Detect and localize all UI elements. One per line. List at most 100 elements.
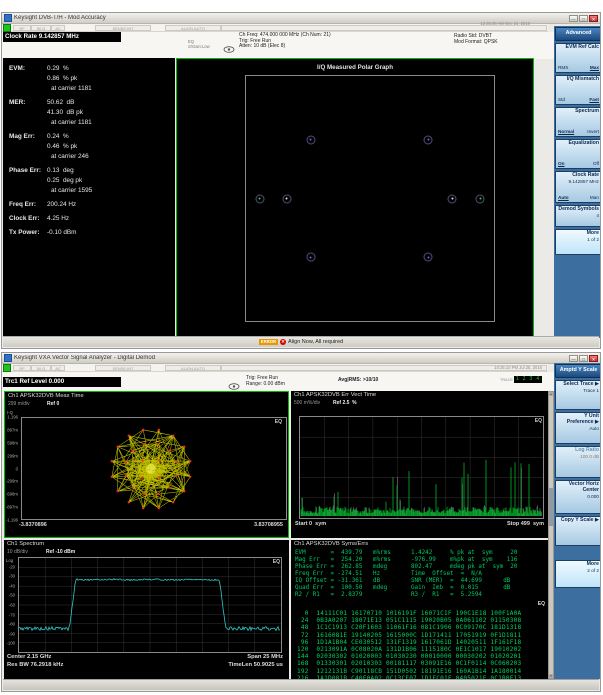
softkey-evm-ref-calc[interactable]: EVM Ref CalcRMSMax [555, 43, 601, 73]
status-annotation-row: RF50 ΩACSENSE:INTALIGN AUTO [2, 24, 548, 32]
panel-title: Ch1 Spectrum [7, 541, 44, 547]
summary-right: Gain Imb = 0.015 dB [411, 585, 510, 591]
panel-title: Ch1 APSK32DVB Syms/Errs [294, 541, 368, 547]
softkey-i-q-mismatch[interactable]: I/Q MismatchStdFast [555, 75, 601, 105]
scrollbar-thumb[interactable] [549, 488, 553, 526]
eq-tag: EQ [538, 601, 545, 607]
titlebar[interactable]: Keysight VXA Vector Signal Analyzer - Di… [2, 353, 600, 364]
status-tag: 50 Ω [31, 25, 51, 31]
x-stop-label: Stop 499 sym [507, 521, 544, 527]
constellation-point [424, 135, 433, 144]
clock-timestamp: 12:25:36 AM Dec 24, 2018 [480, 21, 530, 26]
active-function-display: Trc1 Ref Level 0.000 [3, 377, 121, 387]
eye-icon [223, 40, 235, 58]
summary-right: SNR (MER) = 44.699 dB [411, 578, 510, 584]
metric-value: 0.29 % [47, 64, 69, 74]
hex-row: 120 0213091A 0C08020A 131D1B06 1115180C … [297, 646, 521, 653]
softkey-option-right: Man [590, 195, 599, 201]
softkey-log-ratio[interactable]: Log Ratio100.0 dB [555, 446, 601, 478]
softkey-value: 100.0 dB [558, 454, 599, 459]
softkey-option-right: Invert [587, 129, 599, 135]
softkey-demod-symbols[interactable]: Demod Symbols4 [555, 205, 601, 227]
error-vector-plot [299, 416, 544, 519]
active-function-display: Clock Rate 9.142857 MHz [3, 32, 121, 42]
softkey-clock-rate[interactable]: Clock Rate9.142857 MHzAutoMan [555, 171, 601, 203]
input-eq-indicator: EQ S/Gain:Low [188, 40, 210, 49]
bw-info-row: Res BW 76.2918 kHz TimeLen 50.9025 us [7, 662, 283, 668]
panel-spectrum[interactable]: Ch1 Spectrum 10 dB/div Ref -10 dBm Log -… [4, 540, 289, 679]
eq-tag: EQ [275, 419, 282, 425]
softkey-more[interactable]: More2 of 2 [555, 560, 601, 588]
metric-label: MER: [9, 98, 25, 108]
softkey-menu-header: Amptd Y Scale [555, 364, 601, 378]
softkey-menu-header: Advanced [555, 27, 601, 41]
hex-row: 0 14111C01 16170710 1016191F 16071C1F 19… [297, 610, 521, 617]
panel-syms-errs[interactable]: Ch1 APSK32DVB Syms/Errs EQ EVM = 439.79 … [291, 540, 548, 679]
status-annotation-row: RF50 ΩACSENSE:INTALIGN AUTO [2, 364, 548, 372]
scroll-down-icon[interactable]: ▼ [549, 674, 553, 678]
trace-indicator: TRACE 1 2 3 4 [500, 376, 542, 383]
spectrum-plot [18, 557, 282, 653]
maximize-button[interactable]: □ [579, 15, 588, 22]
channel-info: Ch Freq: 474.000 000 MHz (Ch Num: 21) Tr… [239, 33, 331, 50]
constellation-point [282, 194, 291, 203]
minimize-button[interactable]: — [569, 15, 578, 22]
softkey-select-trace[interactable]: Select Trace ▶Trace 1 [555, 380, 601, 410]
hex-row: 192 1212131B C90118CB 151D0502 18191E16 … [297, 668, 521, 675]
panel-err-vect-time[interactable]: Ch1 APSK32DVB Err Vect Time 500 m%/div R… [291, 391, 548, 538]
panel-title: Ch1 APSK32DVB Err Vect Time [294, 392, 376, 398]
window-buttons: —□✕ [569, 355, 598, 362]
softkey-more[interactable]: More1 of 2 [555, 229, 601, 255]
metric-value: 0.13 deg [47, 166, 74, 176]
status-tag: RF [13, 365, 31, 371]
maximize-button[interactable]: □ [579, 355, 588, 362]
metric-value: at carrier 1181 [51, 118, 92, 128]
metric-value: 4.25 Hz [47, 214, 69, 224]
average-indicator: Avg|RMS: >10/10 [338, 378, 378, 384]
metric-label: Mag Err: [9, 132, 35, 142]
metric-value: 0.24 % [47, 132, 69, 142]
status-message-bar: ERROR ✕ Align Now, All required [3, 336, 599, 347]
hex-row: 72 1616081E 19140205 1615000C 1D171411 1… [297, 632, 521, 639]
metric-group: Phase Err:0.13 deg0.25 deg pkat carrier … [3, 166, 175, 196]
polar-graph-panel[interactable]: I/Q Measured Polar Graph [176, 58, 534, 338]
summary-left: EVM = 439.79 m%rms [295, 550, 391, 556]
softkey-value: Trace 1 [558, 388, 599, 393]
softkey-equalization[interactable]: EqualizationOnOff [555, 139, 601, 169]
softkey-copy-y-scale[interactable]: Copy Y Scale ▶ [555, 516, 601, 546]
panel-ref: Ref 0 [47, 401, 59, 407]
scroll-up-icon[interactable]: ▲ [549, 392, 553, 396]
softkey-y-unit-preference[interactable]: Y Unit Preference ▶Auto [555, 412, 601, 444]
metric-value: 0.46 % pk [47, 142, 77, 152]
alert-badge: ERROR [259, 339, 278, 345]
hex-row: 168 01330301 02010303 00181117 03091E16 … [297, 660, 521, 667]
metric-label: Phase Err: [9, 166, 41, 176]
status-tag: SENSE:INT [95, 25, 151, 31]
eq-tag: EQ [273, 559, 280, 565]
softkey-title: I/Q Mismatch [558, 77, 599, 83]
close-button[interactable]: ✕ [589, 355, 598, 362]
window-title: Keysight VXA Vector Signal Analyzer - Di… [14, 355, 567, 361]
minimize-button[interactable]: — [569, 355, 578, 362]
metric-value: 0.86 % pk [47, 74, 77, 84]
softkey-value: 1 of 2 [558, 237, 599, 242]
hex-row: 48 1C1C1913 C20F1603 11061F16 081C1906 0… [297, 624, 521, 631]
summary-right: 1.4242 % pk at sym 20 [411, 550, 517, 556]
softkey-spectrum[interactable]: SpectrumNormalInvert [555, 107, 601, 137]
softkey-title: Select Trace ▶ [558, 382, 599, 388]
metric-value: 0.25 deg pk [47, 176, 82, 186]
graph-title: I/Q Measured Polar Graph [177, 64, 533, 71]
panel-meas-time[interactable]: Ch1 APSK32DVB Meas Time 299 m/div Ref 0 … [4, 391, 289, 538]
measurement-header: Clock Rate 9.142857 MHz EQ S/Gain:Low Ch… [2, 32, 600, 59]
softkey-vector-horiz-center[interactable]: Vector Horiz Center0.000 [555, 480, 601, 514]
bottom-taskbar [3, 679, 599, 690]
app-icon [4, 14, 12, 22]
status-tag: ALIGN AUTO [165, 25, 221, 31]
metric-group: Tx Power:-0.10 dBm [3, 228, 175, 238]
status-tag: AC [51, 365, 65, 371]
clock-timestamp: 10:25:10 PM Jul 25, 2016 [494, 365, 542, 370]
constellation-point [424, 253, 433, 262]
close-button[interactable]: ✕ [589, 15, 598, 22]
eq-tag: EQ [535, 418, 542, 424]
panel-ref: Ref -10 dBm [46, 549, 75, 555]
